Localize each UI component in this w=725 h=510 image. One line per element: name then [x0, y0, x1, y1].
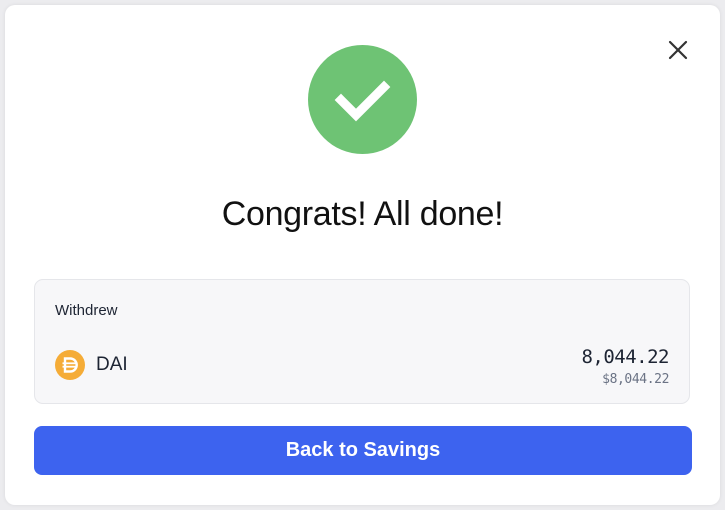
summary-label: Withdrew: [55, 302, 118, 319]
close-icon: [668, 40, 688, 60]
withdraw-summary: Withdrew DAI 8,044.22 $8,044.22: [34, 279, 690, 404]
success-badge: [308, 45, 417, 154]
token-name: DAI: [96, 354, 128, 375]
token-amount: 8,044.22: [581, 346, 669, 368]
dai-token-icon: [55, 350, 85, 380]
back-to-savings-button[interactable]: Back to Savings: [34, 426, 692, 475]
success-modal: Congrats! All done! Withdrew DAI 8,044.2…: [5, 5, 720, 505]
close-button[interactable]: [667, 39, 689, 61]
checkmark-icon: [334, 80, 391, 122]
token-amount-usd: $8,044.22: [602, 372, 669, 387]
modal-title: Congrats! All done!: [221, 195, 504, 233]
